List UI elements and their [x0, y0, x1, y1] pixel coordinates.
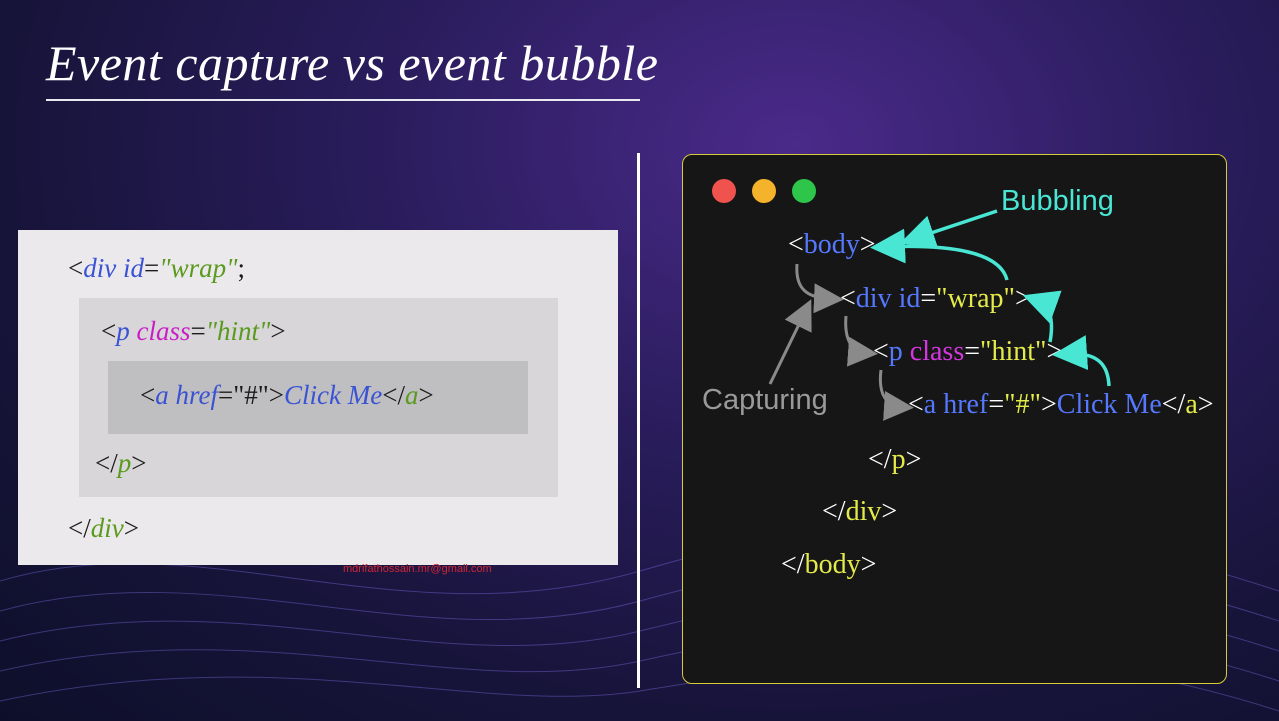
- code-line-div-close: </div>: [68, 513, 139, 543]
- bubbling-label: Bubbling: [1001, 185, 1114, 217]
- title-underline: [46, 99, 640, 101]
- window-maximize-dot[interactable]: [792, 179, 816, 203]
- vertical-divider: [637, 153, 640, 688]
- code-line-anchor: <a href="#">Click Me</a>: [140, 380, 434, 410]
- window-line-body-close: </body>: [781, 549, 877, 580]
- watermark-email: mdrifathossain.mr@gmail.com: [343, 563, 492, 575]
- window-line-div-open: <div id="wrap">: [840, 283, 1031, 314]
- code-line-div-open: <div id="wrap";: [68, 253, 245, 283]
- window-line-div-close: </div>: [822, 496, 898, 527]
- code-line-p-close: </p>: [95, 448, 147, 478]
- code-line-p-open: <p class="hint">: [101, 316, 286, 346]
- window-line-p-open: <p class="hint">: [873, 336, 1063, 367]
- window-line-anchor: <a href="#">Click Me</a>: [908, 389, 1214, 420]
- window-close-dot[interactable]: [712, 179, 736, 203]
- capturing-label: Capturing: [702, 384, 828, 416]
- window-line-p-close: </p>: [868, 444, 922, 475]
- window-line-body-open: <body>: [788, 229, 876, 260]
- window-minimize-dot[interactable]: [752, 179, 776, 203]
- page-title: Event capture vs event bubble: [46, 35, 659, 91]
